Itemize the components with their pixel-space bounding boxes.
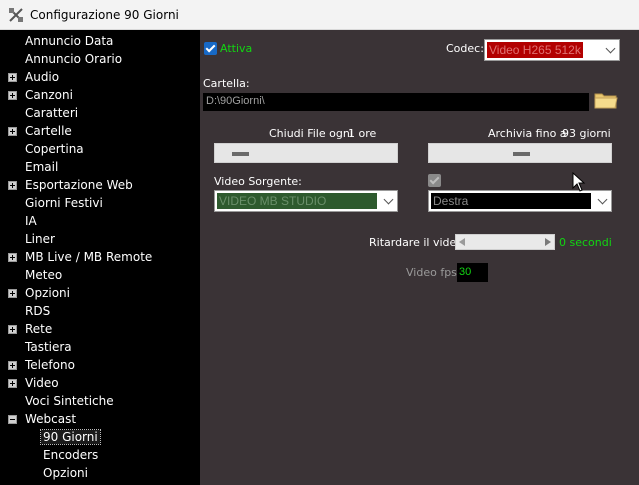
- sidebar-item-label: Tastiera: [25, 340, 72, 354]
- sidebar-item[interactable]: Opzioni: [0, 284, 200, 302]
- sidebar-item-label: Annuncio Orario: [25, 52, 123, 66]
- close-file-value: 1 ore: [348, 127, 377, 140]
- sidebar-item[interactable]: Webcast: [0, 410, 200, 428]
- sidebar-item[interactable]: Email: [0, 158, 200, 176]
- sidebar-item[interactable]: Opzioni: [0, 464, 200, 482]
- expand-icon[interactable]: [8, 73, 17, 82]
- video-source-label: Video Sorgente:: [214, 175, 302, 188]
- sidebar-item[interactable]: Meteo: [0, 266, 200, 284]
- active-label: Attiva: [220, 42, 253, 55]
- scroll-left-icon[interactable]: [459, 238, 465, 246]
- sidebar-item[interactable]: IA: [0, 212, 200, 230]
- sidebar-item[interactable]: Rete: [0, 320, 200, 338]
- sidebar-item[interactable]: Telefono: [0, 356, 200, 374]
- sidebar-item[interactable]: Liner: [0, 230, 200, 248]
- codec-value: Video H265 512k: [487, 42, 583, 58]
- title-bar: Configurazione 90 Giorni: [0, 0, 639, 30]
- expand-icon[interactable]: [8, 91, 17, 100]
- fps-label: Video fps:: [406, 266, 461, 279]
- position-value: Destra: [431, 193, 591, 209]
- sidebar-item-label: Webcast: [25, 412, 77, 426]
- archive-label: Archivia fino a: [488, 127, 567, 140]
- sidebar-item[interactable]: Voci Sintetiche: [0, 392, 200, 410]
- scroll-right-icon[interactable]: [545, 238, 551, 246]
- folder-label: Cartella:: [203, 77, 250, 90]
- sidebar-item[interactable]: Tastiera: [0, 338, 200, 356]
- sidebar-item-label: Rete: [25, 322, 53, 336]
- sidebar-item-label: Email: [25, 160, 59, 174]
- sidebar-item-label: Video: [25, 376, 59, 390]
- sidebar-item-label: Annuncio Data: [25, 34, 114, 48]
- sidebar-item[interactable]: Encoders: [0, 446, 200, 464]
- close-file-slider[interactable]: [214, 143, 398, 163]
- expand-icon[interactable]: [8, 289, 17, 298]
- expand-icon[interactable]: [8, 361, 17, 370]
- position-checkbox[interactable]: [428, 174, 441, 187]
- sidebar-item-label: Cartelle: [25, 124, 72, 138]
- sidebar-item-label: 90 Giorni: [40, 429, 101, 445]
- sidebar-item[interactable]: Esportazione Web: [0, 176, 200, 194]
- sidebar-item[interactable]: Caratteri: [0, 104, 200, 122]
- sidebar-item-label: IA: [25, 214, 37, 228]
- sidebar-item-label: Copertina: [25, 142, 84, 156]
- folder-path-field[interactable]: D:\90Giorni\: [203, 93, 589, 111]
- sidebar-item-label: Giorni Festivi: [25, 196, 103, 210]
- archive-slider[interactable]: [428, 143, 612, 163]
- delay-scrollbar[interactable]: [455, 234, 555, 250]
- sidebar-item-label: Opzioni: [43, 466, 88, 480]
- sidebar-item[interactable]: Cartelle: [0, 122, 200, 140]
- delay-value: 0 secondi: [559, 236, 612, 249]
- sidebar-item[interactable]: 90 Giorni: [0, 428, 200, 446]
- expand-icon[interactable]: [8, 181, 17, 190]
- chevron-down-icon: [383, 194, 394, 205]
- folder-icon[interactable]: [593, 89, 619, 111]
- sidebar-item-label: Telefono: [25, 358, 75, 372]
- mouse-cursor-icon: [572, 172, 586, 192]
- sidebar-item[interactable]: Audio: [0, 68, 200, 86]
- expand-icon[interactable]: [8, 127, 17, 136]
- expand-icon[interactable]: [8, 379, 17, 388]
- sidebar-tree[interactable]: Annuncio Data Annuncio Orario Audio Canzoni…: [0, 30, 200, 485]
- active-checkbox[interactable]: [204, 42, 217, 55]
- sidebar-item[interactable]: Copertina: [0, 140, 200, 158]
- app-icon: [9, 8, 23, 22]
- window-title: Configurazione 90 Giorni: [30, 8, 179, 22]
- video-source-value: VIDEO MB STUDIO: [217, 193, 377, 209]
- chevron-down-icon: [597, 194, 608, 205]
- sidebar-item-label: Canzoni: [25, 88, 73, 102]
- sidebar-item-label: RDS: [25, 304, 51, 318]
- codec-select[interactable]: Video H265 512k: [484, 39, 620, 61]
- sidebar-item-label: Encoders: [43, 448, 99, 462]
- sidebar-item[interactable]: Canzoni: [0, 86, 200, 104]
- archive-value: 93 giorni: [562, 127, 611, 140]
- chevron-down-icon: [605, 43, 616, 54]
- slider-thumb[interactable]: [513, 152, 530, 156]
- expand-icon[interactable]: [8, 325, 17, 334]
- expand-icon[interactable]: [8, 253, 17, 262]
- codec-label: Codec:: [446, 42, 484, 55]
- settings-panel: Attiva Codec: Video H265 512k Cartella: …: [200, 30, 639, 485]
- sidebar-item-label: Esportazione Web: [25, 178, 133, 192]
- sidebar-item[interactable]: Giorni Festivi: [0, 194, 200, 212]
- sidebar-item-label: Liner: [25, 232, 55, 246]
- fps-input[interactable]: 30: [457, 263, 488, 282]
- sidebar-item-label: Meteo: [25, 268, 63, 282]
- sidebar-item[interactable]: Annuncio Orario: [0, 50, 200, 68]
- collapse-icon[interactable]: [8, 415, 17, 424]
- sidebar-item-label: Voci Sintetiche: [25, 394, 114, 408]
- sidebar-item[interactable]: Video: [0, 374, 200, 392]
- sidebar-item[interactable]: MB Live / MB Remote: [0, 248, 200, 266]
- slider-thumb[interactable]: [232, 152, 249, 156]
- sidebar-item-label: Audio: [25, 70, 60, 84]
- sidebar-item-label: Opzioni: [25, 286, 70, 300]
- delay-label: Ritardare il video:: [369, 236, 467, 249]
- sidebar-item[interactable]: RDS: [0, 302, 200, 320]
- close-file-label: Chiudi File ogni: [269, 127, 353, 140]
- sidebar-item-label: Caratteri: [25, 106, 79, 120]
- video-source-select[interactable]: VIDEO MB STUDIO: [214, 190, 398, 212]
- sidebar-item-label: MB Live / MB Remote: [25, 250, 153, 264]
- sidebar-item[interactable]: Annuncio Data: [0, 32, 200, 50]
- position-select[interactable]: Destra: [428, 190, 612, 212]
